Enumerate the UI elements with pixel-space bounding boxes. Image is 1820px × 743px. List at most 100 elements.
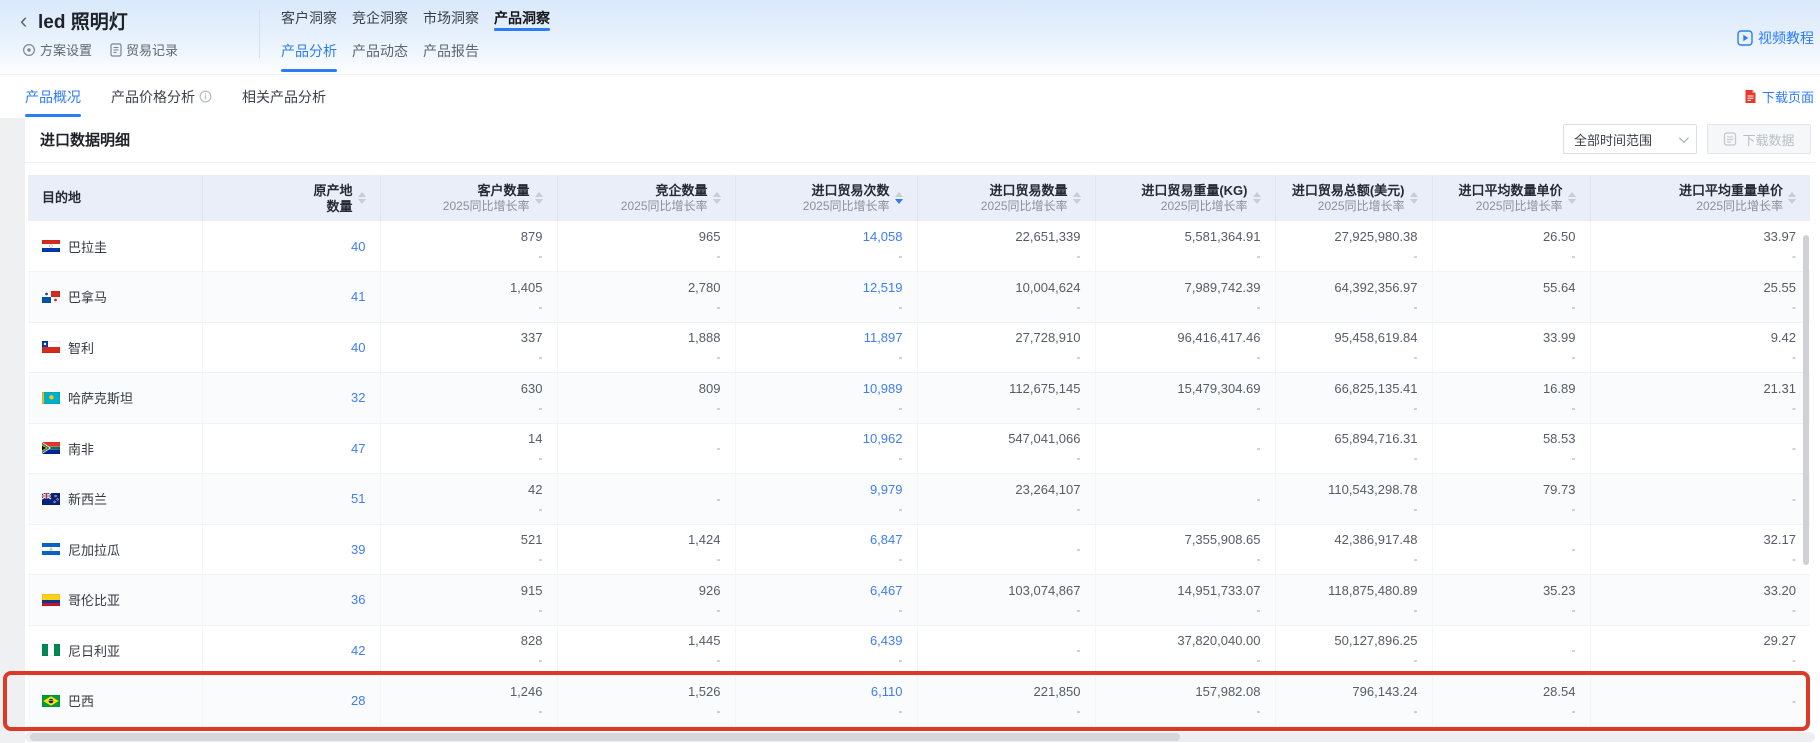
time-range-dropdown[interactable]: 全部时间范围: [1563, 124, 1697, 154]
cell-value: 1,246: [395, 684, 543, 700]
sub-nav-tab-3[interactable]: 产品报告: [423, 41, 479, 72]
sort-asc-icon[interactable]: [358, 192, 366, 197]
cell-origin-count: 51: [202, 474, 380, 525]
sort-desc-icon[interactable]: [535, 199, 543, 204]
origin-count-link[interactable]: 41: [351, 289, 365, 304]
horizontal-scrollbar-thumb[interactable]: [30, 733, 1180, 741]
column-header-import_trade_amount[interactable]: 进口贸易总额(美元)2025同比增长率: [1275, 175, 1432, 221]
sort-desc-icon[interactable]: [1073, 199, 1081, 204]
sort-desc-icon[interactable]: [1253, 199, 1261, 204]
sort-control[interactable]: [1253, 192, 1261, 204]
sort-control[interactable]: [1410, 192, 1418, 204]
back-icon[interactable]: ‹: [20, 8, 27, 34]
cell-import_trade_amount: 796,143.24-: [1275, 676, 1432, 727]
growth-value: -: [1110, 300, 1261, 314]
section-tab-3[interactable]: 相关产品分析: [242, 75, 326, 118]
growth-value: -: [1290, 552, 1418, 566]
nav-tab-4[interactable]: 产品洞察: [494, 8, 550, 31]
column-header-customer_count[interactable]: 客户数量2025同比增长率: [380, 175, 557, 221]
sort-asc-icon[interactable]: [1568, 192, 1576, 197]
sort-control[interactable]: [895, 192, 903, 204]
cell-avg_qty_price: -: [1432, 625, 1590, 676]
sort-desc-icon[interactable]: [895, 199, 903, 204]
origin-count-link[interactable]: 36: [351, 592, 365, 607]
sort-asc-icon[interactable]: [1410, 192, 1418, 197]
cell-import_trade_amount: 95,458,619.84-: [1275, 322, 1432, 373]
table-row-kz: 哈萨克斯坦32630-809-10,989-112,675,145-15,479…: [28, 373, 1810, 424]
trade-times-link[interactable]: 9,979: [750, 482, 903, 498]
trade-times-link[interactable]: 10,989: [750, 381, 903, 397]
cell-origin-count: 36: [202, 575, 380, 626]
nav-tab-2[interactable]: 竞企洞察: [352, 8, 408, 31]
column-header-avg_qty_price[interactable]: 进口平均数量单价2025同比增长率: [1432, 175, 1590, 221]
cell-destination: 哈萨克斯坦: [28, 373, 202, 424]
sort-control[interactable]: [535, 192, 543, 204]
nav-tab-3[interactable]: 市场洞察: [423, 8, 479, 31]
sort-desc-icon[interactable]: [1788, 199, 1796, 204]
origin-count-link[interactable]: 42: [351, 643, 365, 658]
video-tutorial-link[interactable]: 视频教程: [1737, 28, 1814, 48]
sort-asc-icon[interactable]: [895, 192, 903, 197]
sort-desc-icon[interactable]: [358, 199, 366, 204]
sort-asc-icon[interactable]: [1253, 192, 1261, 197]
trade-times-link[interactable]: 6,467: [750, 583, 903, 599]
sort-control[interactable]: [1788, 192, 1796, 204]
page-title: led 照明灯: [38, 7, 128, 34]
trade-times-link[interactable]: 6,439: [750, 633, 903, 649]
horizontal-scrollbar[interactable]: [25, 732, 1815, 742]
trade-times-link[interactable]: 10,962: [750, 431, 903, 447]
origin-count-link[interactable]: 39: [351, 542, 365, 557]
cell-value: 42,386,917.48: [1290, 532, 1418, 548]
cell-value: 221,850: [932, 684, 1081, 700]
column-header-origin_count[interactable]: 原产地数量: [202, 175, 380, 221]
column-header-avg_weight_price[interactable]: 进口平均重量单价2025同比增长率: [1590, 175, 1810, 221]
cell-customer_count: 1,246-: [380, 676, 557, 727]
origin-count-link[interactable]: 47: [351, 441, 365, 456]
sort-control[interactable]: [358, 192, 366, 204]
sort-control[interactable]: [713, 192, 721, 204]
cell-customer_count: 630-: [380, 373, 557, 424]
sort-desc-icon[interactable]: [713, 199, 721, 204]
trade-times-link[interactable]: 6,847: [750, 532, 903, 548]
country-name: 哥伦比亚: [68, 590, 120, 609]
download-page-link[interactable]: 下载页面: [1744, 87, 1814, 106]
origin-count-link[interactable]: 32: [351, 390, 365, 405]
origin-count-link[interactable]: 40: [351, 239, 365, 254]
sub-nav-tab-1[interactable]: 产品分析: [281, 41, 337, 72]
sort-asc-icon[interactable]: [713, 192, 721, 197]
sort-asc-icon[interactable]: [1073, 192, 1081, 197]
trade-times-link[interactable]: 12,519: [750, 280, 903, 296]
column-header-import_trade_times[interactable]: 进口贸易次数2025同比增长率: [735, 175, 917, 221]
sort-control[interactable]: [1073, 192, 1081, 204]
column-header-import_trade_qty[interactable]: 进口贸易数量2025同比增长率: [917, 175, 1095, 221]
sort-control[interactable]: [1568, 192, 1576, 204]
vertical-scrollbar-thumb[interactable]: [1803, 235, 1809, 565]
trade-times-link[interactable]: 6,110: [750, 684, 903, 700]
section-tab-1[interactable]: 产品概况: [25, 75, 81, 118]
sort-asc-icon[interactable]: [535, 192, 543, 197]
section-tab-2[interactable]: 产品价格分析: [111, 75, 212, 118]
sub-nav-tab-2[interactable]: 产品动态: [352, 41, 408, 72]
cell-value: 64,392,356.97: [1290, 280, 1418, 296]
scheme-settings-link[interactable]: 方案设置: [22, 40, 92, 59]
sort-desc-icon[interactable]: [1410, 199, 1418, 204]
download-data-button[interactable]: 下载数据: [1707, 124, 1811, 154]
origin-count-link[interactable]: 28: [351, 693, 365, 708]
flag-nz-icon: [42, 493, 60, 505]
nav-tab-1[interactable]: 客户洞察: [281, 8, 337, 31]
sort-desc-icon[interactable]: [1568, 199, 1576, 204]
sort-asc-icon[interactable]: [1788, 192, 1796, 197]
column-header-import_trade_weight[interactable]: 进口贸易重量(KG)2025同比增长率: [1095, 175, 1275, 221]
growth-value: -: [1447, 249, 1576, 263]
column-header-competitor_count[interactable]: 竞企数量2025同比增长率: [557, 175, 735, 221]
trade-records-link[interactable]: 贸易记录: [110, 40, 178, 59]
cell-competitor_count: 809-: [557, 373, 735, 424]
trade-times-link[interactable]: 14,058: [750, 229, 903, 245]
trade-times-link[interactable]: 11,897: [750, 330, 903, 346]
origin-count-link[interactable]: 40: [351, 340, 365, 355]
growth-value: -: [1447, 704, 1576, 718]
cell-value: 58.53: [1447, 431, 1576, 447]
origin-count-link[interactable]: 51: [351, 491, 365, 506]
cell-value: 95,458,619.84: [1290, 330, 1418, 346]
growth-value: -: [572, 603, 721, 617]
